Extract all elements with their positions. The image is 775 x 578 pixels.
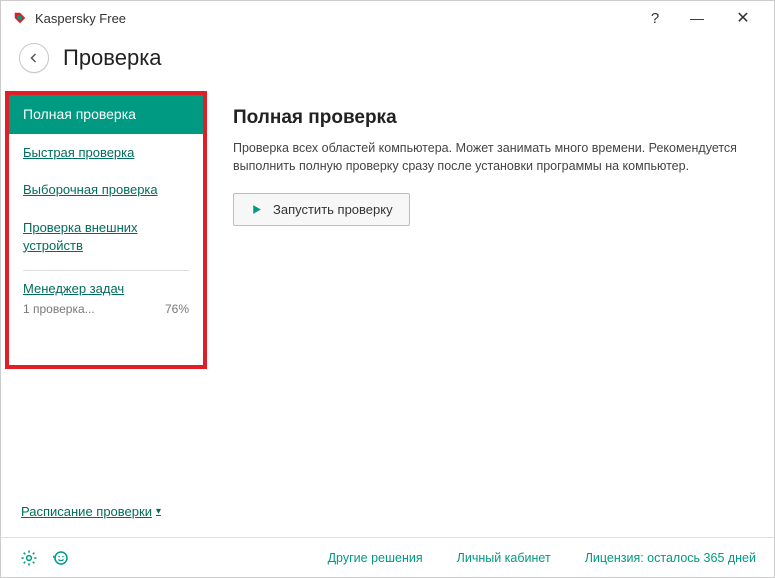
chevron-down-icon: ▾ (156, 506, 161, 517)
close-button[interactable]: ✕ (724, 8, 762, 28)
nav-custom-scan[interactable]: Выборочная проверка (9, 171, 203, 209)
app-window: Kaspersky Free ? — ✕ Проверка Полная про… (0, 0, 775, 578)
footer-account[interactable]: Личный кабинет (457, 551, 551, 565)
schedule-label: Расписание проверки (21, 504, 152, 519)
nav-quick-scan[interactable]: Быстрая проверка (9, 134, 203, 172)
run-scan-button[interactable]: Запустить проверку (233, 193, 410, 226)
body: Полная проверка Быстрая проверка Выбороч… (1, 87, 774, 537)
minimize-button[interactable]: — (678, 10, 716, 26)
task-manager-status: 1 проверка... (23, 302, 95, 316)
titlebar: Kaspersky Free ? — ✕ (1, 1, 774, 35)
app-title: Kaspersky Free (35, 11, 126, 26)
footer-license[interactable]: Лицензия: осталось 365 дней (585, 551, 756, 565)
run-scan-label: Запустить проверку (273, 202, 393, 217)
nav-full-scan[interactable]: Полная проверка (9, 95, 203, 134)
support-button[interactable] (51, 548, 71, 568)
page-header: Проверка (1, 35, 774, 87)
task-manager-link[interactable]: Менеджер задач (23, 281, 189, 296)
sidebar: Полная проверка Быстрая проверка Выбороч… (1, 87, 211, 537)
arrow-left-icon (28, 52, 40, 64)
settings-button[interactable] (19, 548, 39, 568)
divider (23, 270, 189, 271)
app-logo-icon (13, 11, 27, 25)
main-panel: Полная проверка Проверка всех областей к… (211, 87, 774, 537)
support-icon (52, 549, 70, 567)
main-title: Полная проверка (233, 107, 746, 129)
sidebar-fill (1, 369, 211, 498)
schedule-link[interactable]: Расписание проверки ▾ (1, 498, 211, 529)
footer-other-solutions[interactable]: Другие решения (328, 551, 423, 565)
nav-external-scan[interactable]: Проверка внешних устройств (9, 209, 203, 264)
task-manager: Менеджер задач 1 проверка... 76% (9, 275, 203, 318)
main-description: Проверка всех областей компьютера. Может… (233, 139, 746, 175)
back-button[interactable] (19, 43, 49, 73)
task-manager-status-row: 1 проверка... 76% (23, 302, 189, 316)
page-title: Проверка (63, 45, 162, 71)
play-icon (250, 203, 263, 216)
scan-type-panel: Полная проверка Быстрая проверка Выбороч… (5, 91, 207, 369)
footer: Другие решения Личный кабинет Лицензия: … (1, 537, 774, 577)
task-manager-percent: 76% (165, 302, 189, 316)
gear-icon (20, 549, 38, 567)
help-button[interactable]: ? (640, 10, 670, 27)
